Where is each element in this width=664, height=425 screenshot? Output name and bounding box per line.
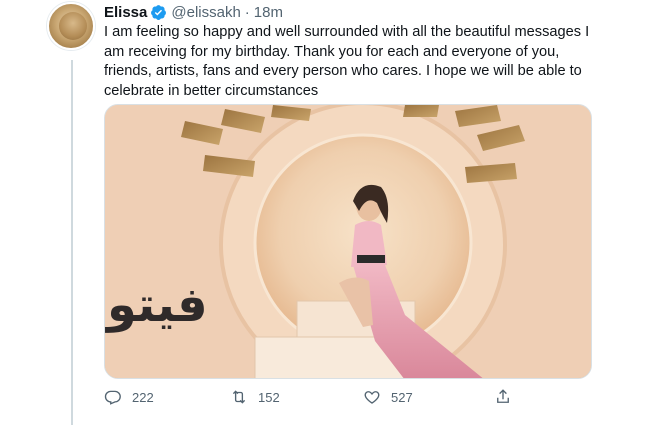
tweet-text: I am feeling so happy and well surrounde… [104,24,590,99]
tweet-photo[interactable]: فيتو [104,104,592,379]
tweet-header: Elissa @elissakh · 18m [104,2,283,22]
like-icon [364,391,380,404]
tweet-actions: 222 152 527 [104,388,524,412]
retweet-button[interactable]: 152 [230,388,280,406]
watermark: فيتو [107,277,208,333]
retweet-count: 152 [258,389,280,405]
share-button[interactable] [494,388,512,406]
like-button[interactable]: 527 [363,388,413,406]
avatar[interactable] [47,2,95,50]
reply-icon [104,390,121,405]
avatar-portrait [59,12,87,40]
verified-badge-icon [150,4,167,21]
share-icon [497,389,509,403]
photo-illustration [105,105,591,378]
thread-line [71,60,73,425]
timestamp[interactable]: 18m [254,4,283,21]
display-name[interactable]: Elissa [104,4,147,21]
user-handle[interactable]: @elissakh [171,4,240,21]
separator-dot: · [244,3,250,21]
reply-count: 222 [132,389,154,405]
reply-button[interactable]: 222 [104,388,154,406]
retweet-icon [232,390,246,404]
like-count: 527 [391,389,413,405]
